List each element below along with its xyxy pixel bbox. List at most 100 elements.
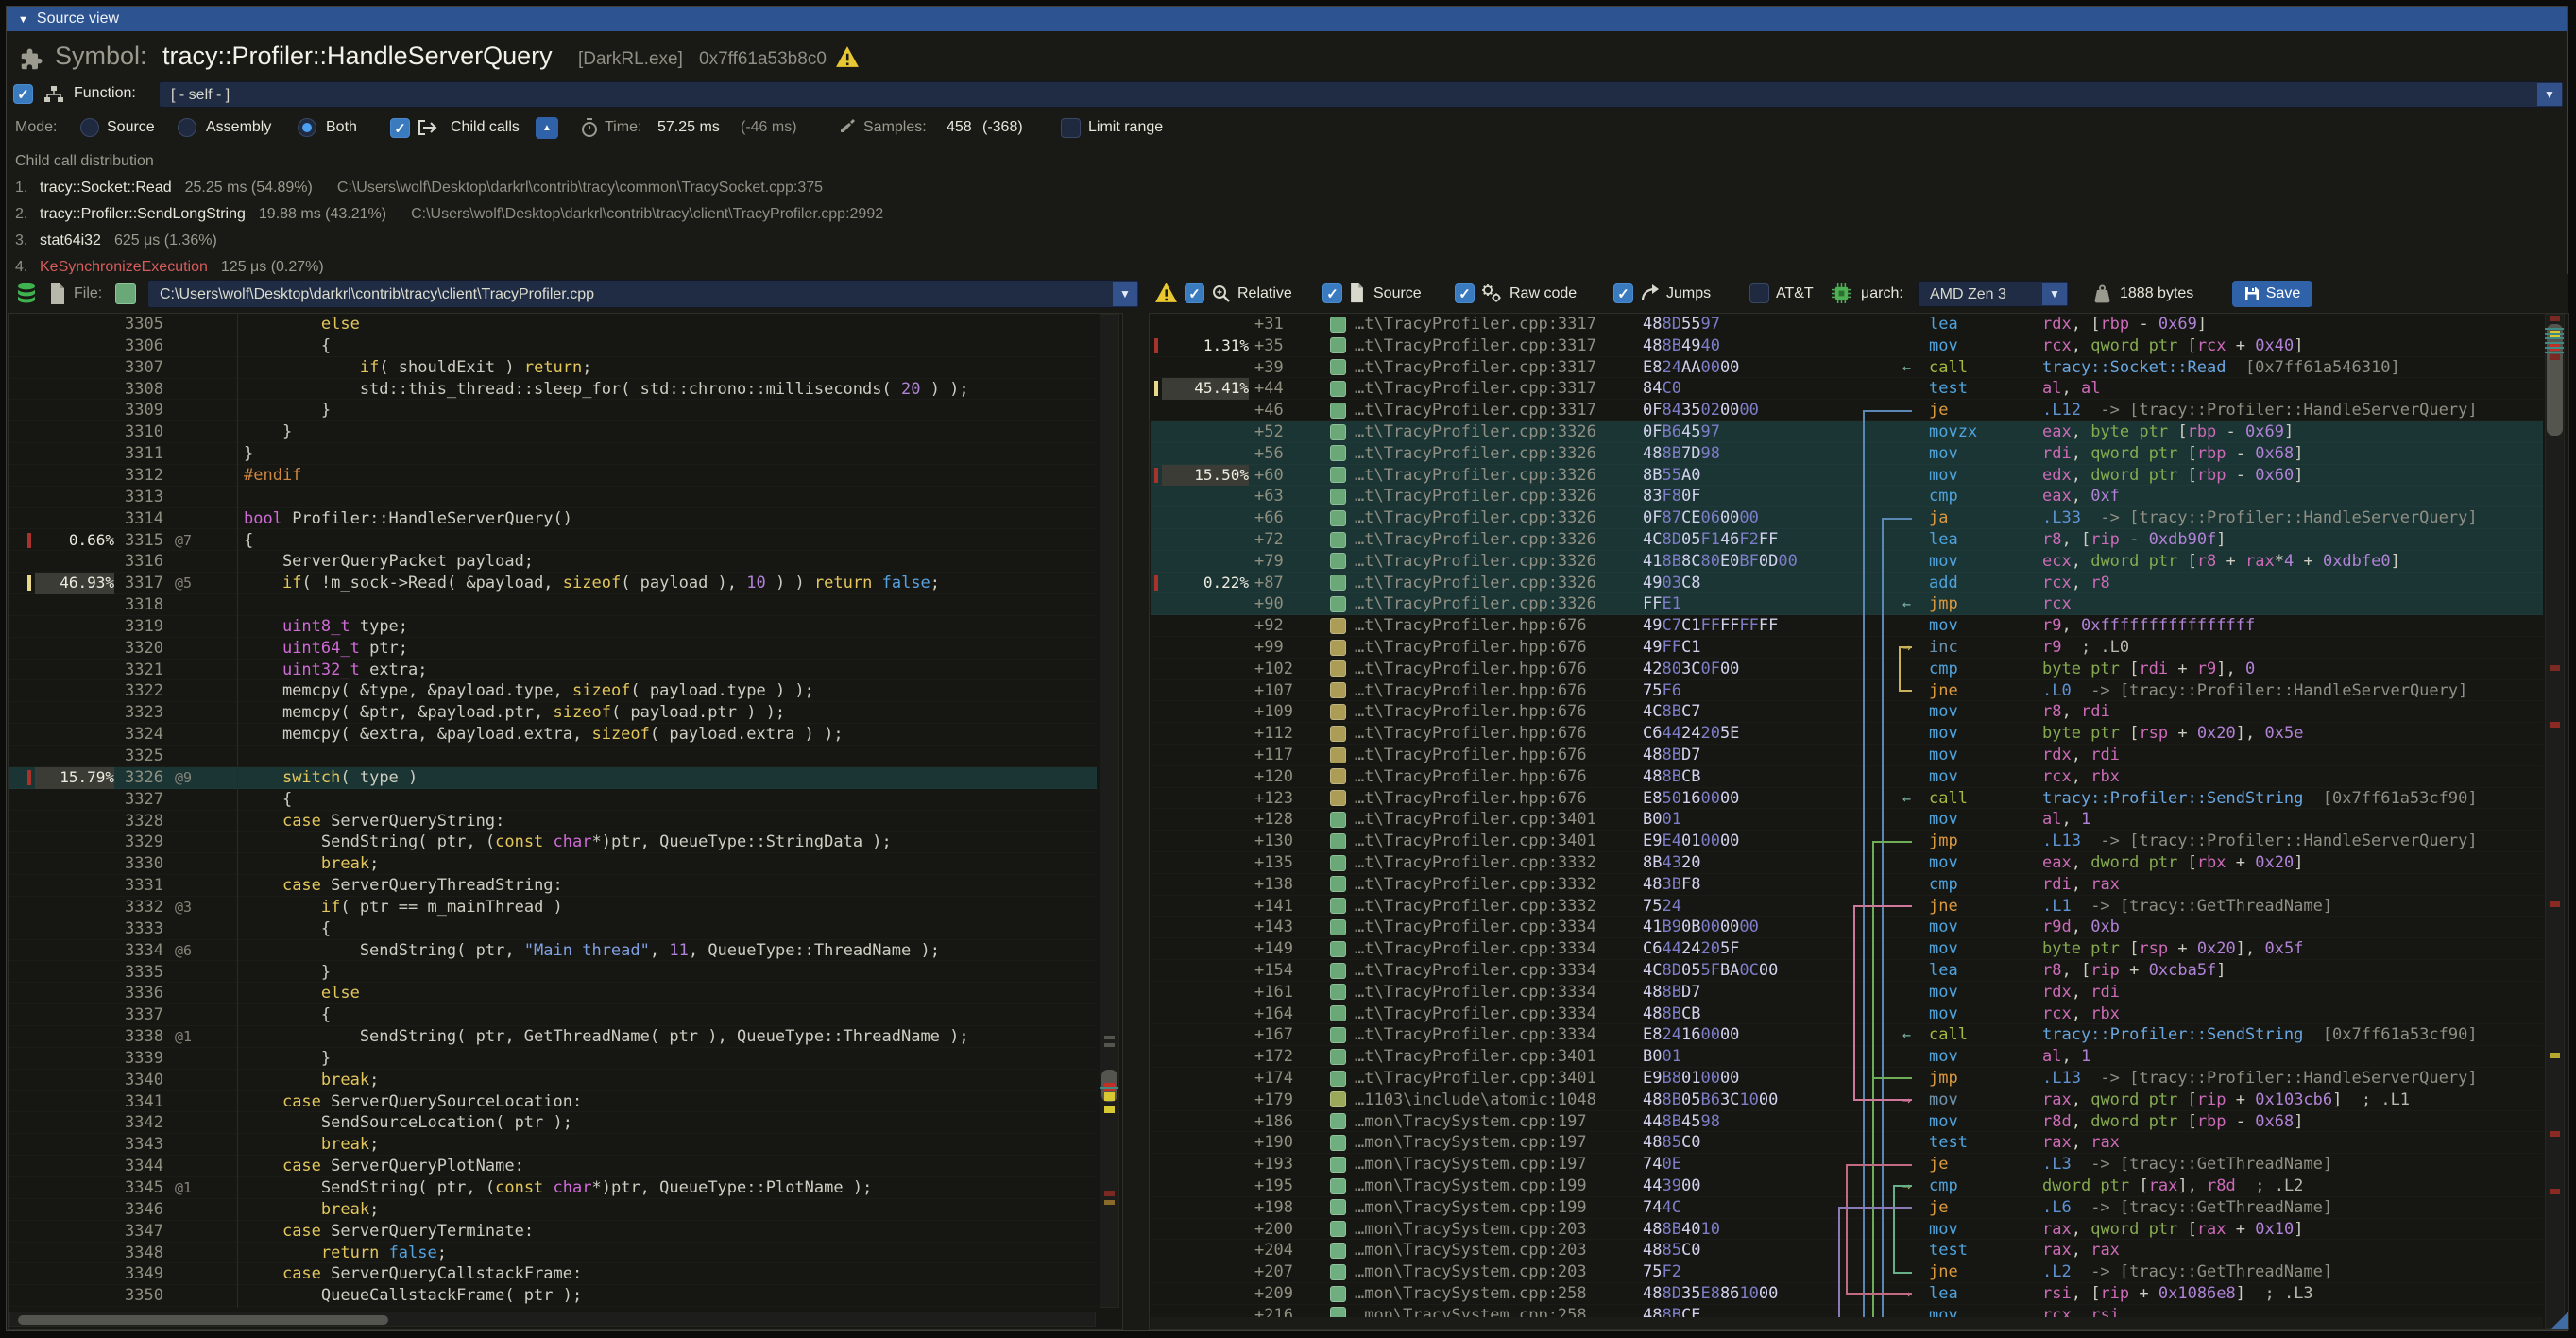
- asm-row[interactable]: +46…t\TracyProfiler.cpp:33170F8435020000…: [1151, 400, 2543, 421]
- asm-row[interactable]: +90…t\TracyProfiler.cpp:3326FFE1←jmprcx: [1151, 593, 2543, 615]
- asm-row[interactable]: +174…t\TracyProfiler.cpp:3401E9B8010000j…: [1151, 1068, 2543, 1089]
- asm-file-ref[interactable]: …t\TracyProfiler.hpp:676: [1355, 766, 1587, 788]
- asm-mnemonic[interactable]: mov: [1929, 551, 1958, 573]
- asm-mnemonic[interactable]: jmp: [1929, 1068, 1958, 1089]
- asm-file-ref[interactable]: …t\TracyProfiler.cpp:3317: [1355, 357, 1596, 379]
- radio-both[interactable]: [298, 118, 316, 137]
- asm-mnemonic[interactable]: jne: [1929, 1261, 1958, 1283]
- child-call-row[interactable]: 3.stat64i32625 μs (1.36%): [15, 229, 217, 253]
- assembly-view[interactable]: +31…t\TracyProfiler.cpp:3317488D5597lear…: [1151, 314, 2543, 1329]
- source-line-row[interactable]: 3330 break;: [9, 853, 1097, 875]
- asm-file-ref[interactable]: …t\TracyProfiler.hpp:676: [1355, 745, 1587, 766]
- source-checkbox[interactable]: ✓: [1322, 283, 1342, 303]
- asm-mnemonic[interactable]: mov: [1929, 615, 1958, 637]
- asm-row[interactable]: +164…t\TracyProfiler.cpp:3334488BCBmovrc…: [1151, 1004, 2543, 1025]
- asm-row[interactable]: +92…t\TracyProfiler.hpp:67649C7C1FFFFFFF…: [1151, 615, 2543, 637]
- asm-file-ref[interactable]: …t\TracyProfiler.hpp:676: [1355, 659, 1587, 680]
- asm-mnemonic[interactable]: jne: [1929, 680, 1958, 702]
- function-checkbox[interactable]: ✓: [13, 84, 33, 104]
- asm-row[interactable]: +128…t\TracyProfiler.cpp:3401B001moval, …: [1151, 809, 2543, 831]
- source-line-row[interactable]: 3349 case ServerQueryCallstackFrame:: [9, 1263, 1097, 1285]
- source-line-row[interactable]: 3348 return false;: [9, 1243, 1097, 1264]
- asm-mnemonic[interactable]: mov: [1929, 443, 1958, 465]
- relative-checkbox[interactable]: ✓: [1185, 283, 1204, 303]
- source-line-row[interactable]: 3314bool Profiler::HandleServerQuery(): [9, 508, 1097, 530]
- asm-file-ref[interactable]: …1103\include\atomic:1048: [1355, 1089, 1596, 1111]
- asm-row[interactable]: +120…t\TracyProfiler.hpp:676488BCBmovrcx…: [1151, 766, 2543, 788]
- child-call-row[interactable]: 2.tracy::Profiler::SendLongString19.88 m…: [15, 202, 883, 227]
- asm-mnemonic[interactable]: lea: [1929, 1283, 1958, 1305]
- source-line-row[interactable]: 3322 memcpy( &type, &payload.type, sizeo…: [9, 680, 1097, 702]
- asm-mnemonic[interactable]: mov: [1929, 745, 1958, 766]
- asm-file-ref[interactable]: …t\TracyProfiler.cpp:3332: [1355, 852, 1596, 874]
- source-label[interactable]: Source: [1373, 278, 1422, 309]
- asm-file-ref[interactable]: …mon\TracySystem.cpp:203: [1355, 1261, 1587, 1283]
- child-call-name[interactable]: stat64i32: [40, 232, 101, 249]
- asm-row[interactable]: +99…t\TracyProfiler.hpp:67649FFC1→incr9 …: [1151, 637, 2543, 659]
- asm-file-ref[interactable]: …t\TracyProfiler.cpp:3334: [1355, 960, 1596, 982]
- vscrollbar-thumb[interactable]: [2547, 324, 2563, 436]
- asm-mnemonic[interactable]: mov: [1929, 1004, 1958, 1025]
- source-line-row[interactable]: 3328 case ServerQueryString:: [9, 811, 1097, 832]
- source-line-row[interactable]: 3339 }: [9, 1048, 1097, 1070]
- source-line-row[interactable]: 3320 uint64_t ptr;: [9, 638, 1097, 660]
- asm-row[interactable]: +141…t\TracyProfiler.cpp:33327524jne.L1 …: [1151, 896, 2543, 918]
- source-line-row[interactable]: 3347 case ServerQueryTerminate:: [9, 1221, 1097, 1243]
- asm-mnemonic[interactable]: cmp: [1929, 486, 1958, 507]
- child-call-name[interactable]: KeSynchronizeExecution: [40, 259, 208, 275]
- source-line-row[interactable]: 3336 else: [9, 983, 1097, 1004]
- asm-row[interactable]: +72…t\TracyProfiler.cpp:33264C8D05F146F2…: [1151, 529, 2543, 551]
- asm-row[interactable]: +79…t\TracyProfiler.cpp:3326418B8C80E0BF…: [1151, 551, 2543, 573]
- asm-row[interactable]: +56…t\TracyProfiler.cpp:3326488B7D98movr…: [1151, 443, 2543, 465]
- radio-assembly-label[interactable]: Assembly: [206, 113, 271, 142]
- source-line-row[interactable]: 3334@6 SendString( ptr, "Main thread", 1…: [9, 940, 1097, 962]
- asm-mnemonic[interactable]: test: [1929, 378, 1968, 400]
- asm-file-ref[interactable]: …t\TracyProfiler.cpp:3334: [1355, 1024, 1596, 1046]
- asm-row[interactable]: 0.22%+87…t\TracyProfiler.cpp:33264903C8a…: [1151, 573, 2543, 594]
- asm-file-ref[interactable]: …t\TracyProfiler.hpp:676: [1355, 615, 1587, 637]
- asm-mnemonic[interactable]: mov: [1929, 1111, 1958, 1133]
- asm-file-ref[interactable]: …t\TracyProfiler.cpp:3317: [1355, 335, 1596, 357]
- asm-row[interactable]: +63…t\TracyProfiler.cpp:332683F80Fcmpeax…: [1151, 486, 2543, 507]
- asm-mnemonic[interactable]: call: [1929, 357, 1968, 379]
- source-hscrollbar-thumb[interactable]: [18, 1315, 388, 1325]
- asm-file-ref[interactable]: …t\TracyProfiler.cpp:3326: [1355, 421, 1596, 443]
- source-line-row[interactable]: 3344 case ServerQueryPlotName:: [9, 1156, 1097, 1177]
- asm-row[interactable]: +102…t\TracyProfiler.hpp:67642803C0F00cm…: [1151, 659, 2543, 680]
- asm-file-ref[interactable]: …mon\TracySystem.cpp:199: [1355, 1175, 1587, 1197]
- asm-mnemonic[interactable]: mov: [1929, 766, 1958, 788]
- asm-mnemonic[interactable]: lea: [1929, 529, 1958, 551]
- source-code-view[interactable]: 3305 else3306 {3307 if( shouldExit ) ret…: [9, 314, 1097, 1308]
- source-line-row[interactable]: 3305 else: [9, 314, 1097, 335]
- asm-file-ref[interactable]: …t\TracyProfiler.cpp:3326: [1355, 529, 1596, 551]
- asm-mnemonic[interactable]: inc: [1929, 637, 1958, 659]
- asm-file-ref[interactable]: …t\TracyProfiler.hpp:676: [1355, 637, 1587, 659]
- source-line-row[interactable]: 3316 ServerQueryPacket payload;: [9, 551, 1097, 573]
- asm-row[interactable]: +52…t\TracyProfiler.cpp:33260FB64597movz…: [1151, 421, 2543, 443]
- asm-row[interactable]: +138…t\TracyProfiler.cpp:3332483BF8cmprd…: [1151, 874, 2543, 896]
- asm-file-ref[interactable]: …mon\TracySystem.cpp:197: [1355, 1154, 1587, 1175]
- jumps-label[interactable]: Jumps: [1666, 278, 1711, 309]
- asm-mnemonic[interactable]: ja: [1929, 507, 1948, 529]
- asm-file-ref[interactable]: …mon\TracySystem.cpp:197: [1355, 1132, 1587, 1154]
- radio-assembly[interactable]: [178, 118, 196, 137]
- asm-file-ref[interactable]: …t\TracyProfiler.cpp:3401: [1355, 1068, 1596, 1089]
- uarch-select[interactable]: AMD Zen 3 ▼: [1918, 281, 2069, 307]
- source-line-row[interactable]: 3308 std::this_thread::sleep_for( std::c…: [9, 379, 1097, 401]
- limit-range-checkbox[interactable]: [1061, 118, 1081, 138]
- asm-file-ref[interactable]: …t\TracyProfiler.hpp:676: [1355, 680, 1587, 702]
- asm-row[interactable]: +123…t\TracyProfiler.hpp:676E850160000←c…: [1151, 788, 2543, 810]
- source-line-row[interactable]: 3323 memcpy( &ptr, &payload.ptr, sizeof(…: [9, 702, 1097, 724]
- source-line-row[interactable]: 3337 {: [9, 1004, 1097, 1026]
- asm-row[interactable]: +135…t\TracyProfiler.cpp:33328B4320movea…: [1151, 852, 2543, 874]
- source-line-row[interactable]: 15.79%3326@9 switch( type ): [9, 767, 1097, 789]
- source-line-row[interactable]: 3318: [9, 594, 1097, 616]
- asm-file-ref[interactable]: …mon\TracySystem.cpp:199: [1355, 1197, 1587, 1219]
- save-button[interactable]: Save: [2232, 281, 2312, 307]
- asm-mnemonic[interactable]: add: [1929, 573, 1958, 594]
- asm-mnemonic[interactable]: mov: [1929, 701, 1958, 723]
- asm-file-ref[interactable]: …t\TracyProfiler.cpp:3326: [1355, 593, 1596, 615]
- radio-both-label[interactable]: Both: [326, 113, 357, 142]
- limit-range-label[interactable]: Limit range: [1088, 113, 1163, 142]
- asm-file-ref[interactable]: …t\TracyProfiler.cpp:3317: [1355, 378, 1596, 400]
